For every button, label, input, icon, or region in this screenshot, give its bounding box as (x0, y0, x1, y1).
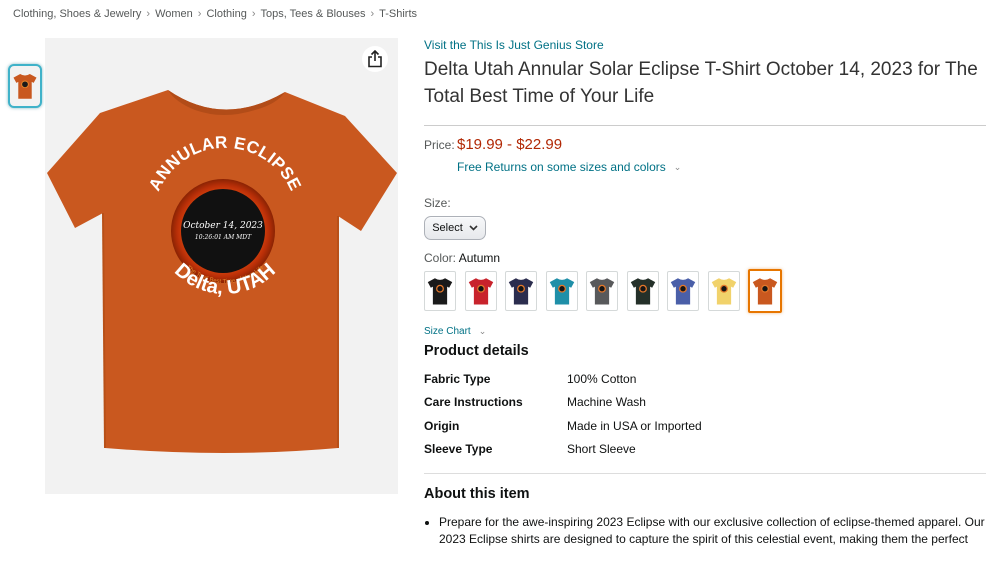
breadcrumb-separator: › (370, 8, 375, 20)
color-swatch[interactable] (626, 271, 659, 311)
color-label: Color: Autumn (424, 251, 986, 265)
main-product-image[interactable]: ANNULAR ECLIPSE October 14, 2023 10:26:0… (45, 38, 398, 494)
breadcrumb-item[interactable]: Women (155, 8, 193, 20)
tshirt-swatch-icon (508, 278, 534, 305)
detail-value: 100% Cotton (567, 372, 637, 386)
chevron-down-icon (469, 225, 478, 231)
chevron-down-icon: ⌄ (478, 326, 487, 336)
color-swatch[interactable] (586, 271, 618, 311)
detail-row: Fabric Type 100% Cotton (424, 372, 986, 395)
product-details-heading: Product details (424, 343, 529, 359)
free-returns-link[interactable]: Free Returns on some sizes and colors ⌄ (457, 160, 986, 174)
detail-row: Sleeve Type Short Sleeve (424, 442, 986, 465)
detail-value: Machine Wash (567, 395, 646, 410)
detail-value: Short Sleeve (567, 441, 636, 456)
color-swatch[interactable] (667, 271, 699, 311)
share-icon (368, 50, 382, 68)
store-link[interactable]: Visit the This Is Just Genius Store (424, 38, 986, 52)
color-swatch[interactable] (424, 271, 456, 311)
detail-key: Origin (424, 418, 460, 433)
divider (424, 125, 986, 126)
price-value: $19.99 - $22.99 (457, 136, 563, 153)
chevron-down-icon: ⌄ (673, 161, 682, 172)
price-label: Price: (424, 138, 455, 152)
detail-key: Fabric Type (424, 372, 491, 386)
free-returns-label: Free Returns on some sizes and colors (457, 160, 666, 174)
color-swatch[interactable] (748, 269, 782, 313)
color-swatches (424, 269, 986, 313)
breadcrumb: Clothing, Shoes & Jewelry › Women › Clothing… (13, 8, 417, 20)
breadcrumb-item[interactable]: T-Shirts (379, 8, 417, 20)
size-select-label: Select (432, 222, 463, 234)
breadcrumb-item[interactable]: Clothing, Shoes & Jewelry (13, 8, 141, 20)
detail-value: Made in USA or Imported (567, 418, 702, 433)
tshirt-swatch-icon (711, 278, 736, 305)
product-info: Visit the This Is Just Genius Store Delt… (424, 37, 986, 547)
color-swatch[interactable] (505, 271, 537, 311)
breadcrumb-item[interactable]: Clothing (206, 8, 246, 20)
size-select[interactable]: Select (424, 216, 486, 240)
detail-row: Origin Made in USA or Imported (424, 419, 986, 442)
about-bullets: Prepare for the awe-inspiring 2023 Eclip… (424, 514, 986, 547)
product-details-table: Fabric Type 100% Cotton Care Instruction… (424, 372, 986, 465)
color-swatch[interactable] (464, 271, 497, 311)
breadcrumb-item[interactable]: Tops, Tees & Blouses (260, 8, 365, 20)
detail-row: Care Instructions Machine Wash (424, 395, 986, 418)
tshirt-swatch-icon (468, 278, 493, 305)
breadcrumb-separator: › (251, 8, 256, 20)
product-title: Delta Utah Annular Solar Eclipse T-Shirt… (424, 59, 978, 107)
divider (424, 473, 986, 475)
tshirt-image: ANNULAR ECLIPSE October 14, 2023 10:26:0… (47, 90, 397, 453)
tshirt-swatch-icon (549, 278, 574, 305)
size-chart-link[interactable]: Size Chart ⌄ (424, 326, 986, 337)
share-button[interactable] (362, 46, 388, 72)
image-thumbnail[interactable] (8, 64, 42, 108)
tshirt-swatch-icon (589, 278, 615, 305)
size-chart-label: Size Chart (424, 326, 471, 337)
shirt-print-time: 10:26:01 AM MDT (195, 234, 252, 241)
about-bullet: Prepare for the awe-inspiring 2023 Eclip… (439, 514, 986, 547)
shirt-print-date: October 14, 2023 (183, 221, 263, 231)
color-value: Autumn (458, 251, 501, 265)
price-row: Price: $19.99 - $22.99 (424, 136, 986, 153)
color-swatch[interactable] (545, 271, 578, 311)
breadcrumb-separator: › (197, 8, 202, 20)
tshirt-swatch-icon (670, 278, 696, 305)
about-heading: About this item (424, 486, 530, 503)
tshirt-thumbnail-icon (13, 74, 37, 99)
tshirt-swatch-icon (752, 278, 778, 305)
breadcrumb-separator: › (146, 8, 151, 20)
tshirt-swatch-icon (630, 278, 655, 305)
color-swatch[interactable] (707, 271, 740, 311)
color-label-text: Color: (424, 251, 457, 265)
tshirt-swatch-icon (427, 278, 453, 305)
detail-key: Sleeve Type (424, 441, 493, 456)
size-label: Size: (424, 196, 451, 210)
detail-key: Care Instructions (424, 395, 523, 410)
